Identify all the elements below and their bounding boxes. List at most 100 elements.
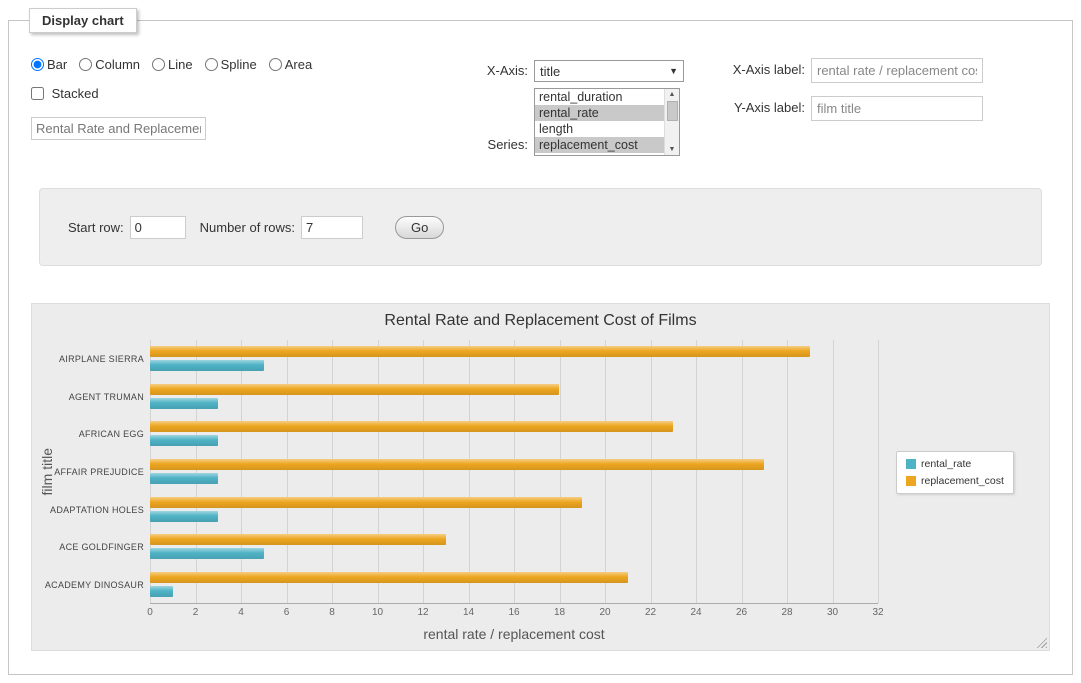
- x-tick-label: 26: [736, 607, 747, 618]
- bar-rental_rate: [150, 398, 218, 409]
- bar-rental_rate: [150, 360, 264, 371]
- category-label: ACADEMY DINOSAUR: [62, 566, 150, 604]
- legend-item-replacement_cost[interactable]: replacement_cost: [906, 475, 1004, 487]
- bar-rental_rate: [150, 473, 218, 484]
- stacked-label: Stacked: [52, 86, 99, 101]
- chart-type-column: Bar Column Line Spline Area Stacked: [31, 57, 324, 140]
- go-button[interactable]: Go: [395, 216, 444, 239]
- x-tick-label: 0: [147, 607, 153, 618]
- chart-type-option-column[interactable]: Column: [79, 57, 140, 72]
- chart-legend: rental_rate replacement_cost: [896, 451, 1014, 494]
- legend-swatch: [906, 459, 916, 469]
- x-tick-label: 2: [193, 607, 199, 618]
- legend-item-rental_rate[interactable]: rental_rate: [906, 458, 1004, 470]
- x-tick-label: 30: [827, 607, 838, 618]
- start-row-input[interactable]: [130, 216, 186, 239]
- resize-handle[interactable]: [1034, 635, 1047, 648]
- bar-replacement_cost: [150, 572, 628, 583]
- series-option-rental_duration[interactable]: rental_duration: [535, 89, 664, 105]
- series-listbox[interactable]: rental_durationrental_ratelengthreplacem…: [534, 88, 680, 156]
- chart-type-radio-column[interactable]: [79, 58, 92, 71]
- legend-area: rental_rate replacement_cost: [878, 340, 1049, 604]
- category-label: AFFAIR PREJUDICE: [62, 453, 150, 491]
- rows-panel: Start row: Number of rows: Go: [39, 188, 1042, 266]
- chart-type-radio-spline[interactable]: [205, 58, 218, 71]
- chart-type-radio-line[interactable]: [152, 58, 165, 71]
- chart-type-option-spline[interactable]: Spline: [205, 57, 257, 72]
- chart-type-radio-area[interactable]: [269, 58, 282, 71]
- chart-type-radio-text: Area: [285, 57, 312, 72]
- chart-type-radio-text: Column: [95, 57, 140, 72]
- category-label: AIRPLANE SIERRA: [62, 340, 150, 378]
- bar-group: [150, 490, 878, 528]
- x-axis-select-label: X-Axis:: [456, 60, 528, 82]
- x-axis-selected-value: title: [540, 64, 560, 79]
- chart-type-radio-text: Spline: [221, 57, 257, 72]
- x-tick-label: 4: [238, 607, 244, 618]
- x-tick-label: 20: [599, 607, 610, 618]
- bar-rental_rate: [150, 435, 218, 446]
- x-tick-label: 10: [372, 607, 383, 618]
- bar-replacement_cost: [150, 459, 764, 470]
- bar-rental_rate: [150, 548, 264, 559]
- series-option-rental_rate[interactable]: rental_rate: [535, 105, 664, 121]
- chart-type-radio-bar[interactable]: [31, 58, 44, 71]
- chart-type-radio-text: Line: [168, 57, 193, 72]
- series-options: rental_durationrental_ratelengthreplacem…: [535, 89, 664, 153]
- stacked-option[interactable]: Stacked: [31, 86, 99, 101]
- x-tick-label: 6: [284, 607, 290, 618]
- bar-replacement_cost: [150, 497, 582, 508]
- scrollbar-thumb[interactable]: [667, 101, 678, 121]
- bar-replacement_cost: [150, 384, 559, 395]
- number-of-rows-label: Number of rows:: [200, 220, 295, 235]
- display-chart-panel: Display chart BarColumnLineSplineArea St…: [8, 20, 1073, 675]
- scroll-up-icon[interactable]: ▲: [669, 89, 676, 100]
- series-option-replacement_cost[interactable]: replacement_cost: [535, 137, 664, 153]
- category-label: AGENT TRUMAN: [62, 378, 150, 416]
- chart-type-option-area[interactable]: Area: [269, 57, 312, 72]
- y-axis-label-input[interactable]: [811, 96, 983, 121]
- scroll-down-icon[interactable]: ▼: [669, 144, 676, 155]
- y-axis-title-text: film title: [39, 448, 55, 495]
- plot-area: [150, 340, 878, 604]
- x-axis-select[interactable]: title ▼: [534, 60, 684, 82]
- chevron-down-icon: ▼: [669, 66, 678, 76]
- chart-container: Rental Rate and Replacement Cost of Film…: [31, 303, 1050, 651]
- legend-label: rental_rate: [921, 458, 971, 470]
- bar-group: [150, 453, 878, 491]
- stacked-row: Stacked: [31, 86, 324, 101]
- legend-label: replacement_cost: [921, 475, 1004, 487]
- x-tick-label: 12: [417, 607, 428, 618]
- stacked-checkbox[interactable]: [31, 87, 44, 100]
- chart-type-option-bar[interactable]: Bar: [31, 57, 67, 72]
- start-row-label: Start row:: [68, 220, 124, 235]
- x-axis-label-input[interactable]: [811, 58, 983, 83]
- bar-rental_rate: [150, 586, 173, 597]
- category-axis: AIRPLANE SIERRAAGENT TRUMANAFRICAN EGGAF…: [62, 340, 150, 604]
- plot-rows: [150, 340, 878, 603]
- bar-rental_rate: [150, 511, 218, 522]
- series-option-length[interactable]: length: [535, 121, 664, 137]
- axis-labels-column: X-Axis label: Y-Axis label:: [709, 58, 983, 127]
- x-axis-label-label: X-Axis label:: [709, 58, 805, 83]
- x-tick-label: 22: [645, 607, 656, 618]
- chart-title-input[interactable]: [31, 117, 206, 140]
- series-listbox-scrollbar[interactable]: ▲ ▼: [664, 89, 679, 155]
- chart-body: film title AIRPLANE SIERRAAGENT TRUMANAF…: [32, 340, 1049, 604]
- number-of-rows-input[interactable]: [301, 216, 363, 239]
- bar-group: [150, 565, 878, 603]
- x-tick-label: 28: [781, 607, 792, 618]
- x-axis-ticks: 02468101214161820222426283032: [150, 604, 878, 618]
- chart-type-radio-text: Bar: [47, 57, 67, 72]
- chart-type-radio-group: Bar Column Line Spline Area: [31, 57, 324, 72]
- bar-group: [150, 415, 878, 453]
- x-tick-label: 14: [463, 607, 474, 618]
- x-tick-label: 24: [690, 607, 701, 618]
- category-label: ADAPTATION HOLES: [62, 491, 150, 529]
- gridline: [878, 340, 879, 603]
- chart-type-option-line[interactable]: Line: [152, 57, 193, 72]
- bar-replacement_cost: [150, 421, 673, 432]
- bar-group: [150, 340, 878, 378]
- chart-controls: BarColumnLineSplineArea Stacked X-Axis: …: [9, 21, 1072, 188]
- x-tick-label: 16: [508, 607, 519, 618]
